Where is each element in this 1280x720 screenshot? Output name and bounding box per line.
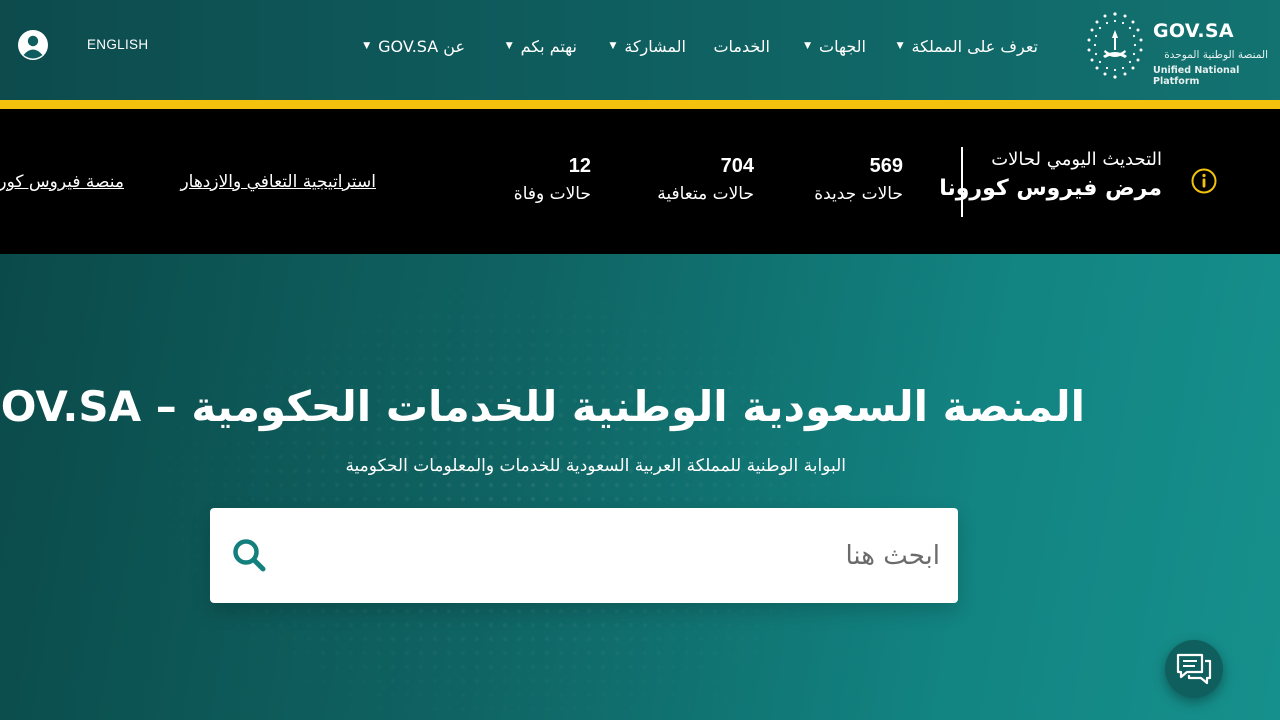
accent-stripe (0, 100, 1280, 109)
info-icon[interactable] (1191, 168, 1217, 194)
covid-update-bar: التحديث اليومي لحالات مرض فيروس كورونا 5… (0, 109, 1280, 254)
nav-item-services[interactable]: الخدمات (713, 34, 770, 58)
stat-label: حالات جديدة (814, 184, 903, 204)
stat-new-cases: 569 حالات جديدة (814, 155, 903, 204)
nav-item-know-kingdom[interactable]: تعرف على المملكة ▼ (897, 34, 1038, 58)
logo-title: GOV.SA (1153, 20, 1234, 42)
covid-title-line2: مرض فيروس كورونا (939, 176, 1162, 201)
caret-down-icon: ▼ (609, 41, 617, 51)
covid-platform-link[interactable]: منصة فيروس كورونا (0, 172, 124, 192)
page-subtitle: البوابة الوطنية للمملكة العربية السعودية… (345, 456, 846, 476)
nav-label: نهتم بكم (520, 36, 577, 56)
search-input[interactable] (290, 530, 940, 582)
nav-label: المشاركة (624, 36, 686, 56)
stat-label: حالات وفاة (513, 184, 591, 204)
stat-label: حالات متعافية (657, 184, 754, 204)
nav-label: الجهات (819, 36, 866, 56)
stat-deaths: 12 حالات وفاة (514, 155, 591, 204)
stat-recovered: 704 حالات متعافية (657, 155, 754, 204)
dot-pattern (120, 254, 900, 720)
caret-down-icon: ▼ (804, 41, 812, 51)
nav-item-about[interactable]: عن GOV.SA ▼ (363, 34, 465, 58)
recovery-strategy-link[interactable]: استراتيجية التعافي والازدهار (180, 172, 376, 192)
logo-subtitle-ar: المنصة الوطنية الموحدة (1164, 49, 1268, 61)
logo-subtitle-en: Unified National Platform (1153, 65, 1240, 87)
stat-value: 12 (568, 155, 591, 177)
nav-label: الخدمات (713, 36, 770, 56)
site-header: GOV.SA المنصة الوطنية الموحدة Unified Na… (0, 0, 1280, 100)
nav-label: عن GOV.SA (378, 36, 465, 56)
user-icon[interactable] (17, 29, 49, 61)
stat-value: 704 (720, 155, 754, 177)
page-title: المنصة السعودية الوطنية للخدمات الحكومية… (0, 382, 1085, 431)
language-switch-link[interactable]: ENGLISH (87, 37, 148, 52)
nav-item-we-care[interactable]: نهتم بكم ▼ (506, 34, 577, 58)
stat-value: 569 (869, 155, 903, 177)
govsa-logo[interactable]: GOV.SA المنصة الوطنية الموحدة Unified Na… (1085, 10, 1270, 87)
chat-button[interactable] (1165, 640, 1223, 698)
covid-title-line1: التحديث اليومي لحالات (991, 149, 1162, 170)
search-bar (210, 508, 958, 603)
nav-item-agencies[interactable]: الجهات ▼ (804, 34, 866, 58)
covid-title: التحديث اليومي لحالات مرض فيروس كورونا (939, 149, 1162, 201)
search-icon (233, 539, 266, 572)
covid-divider (961, 147, 963, 217)
caret-down-icon: ▼ (363, 41, 371, 51)
caret-down-icon: ▼ (505, 41, 513, 51)
nav-item-participation[interactable]: المشاركة ▼ (609, 34, 686, 58)
nav-label: تعرف على المملكة (911, 36, 1038, 56)
chat-icon (1176, 653, 1212, 685)
caret-down-icon: ▼ (896, 41, 904, 51)
logo-emblem-icon (1087, 12, 1143, 79)
hero-section: المنصة السعودية الوطنية للخدمات الحكومية… (0, 254, 1280, 720)
search-button[interactable] (226, 532, 274, 580)
